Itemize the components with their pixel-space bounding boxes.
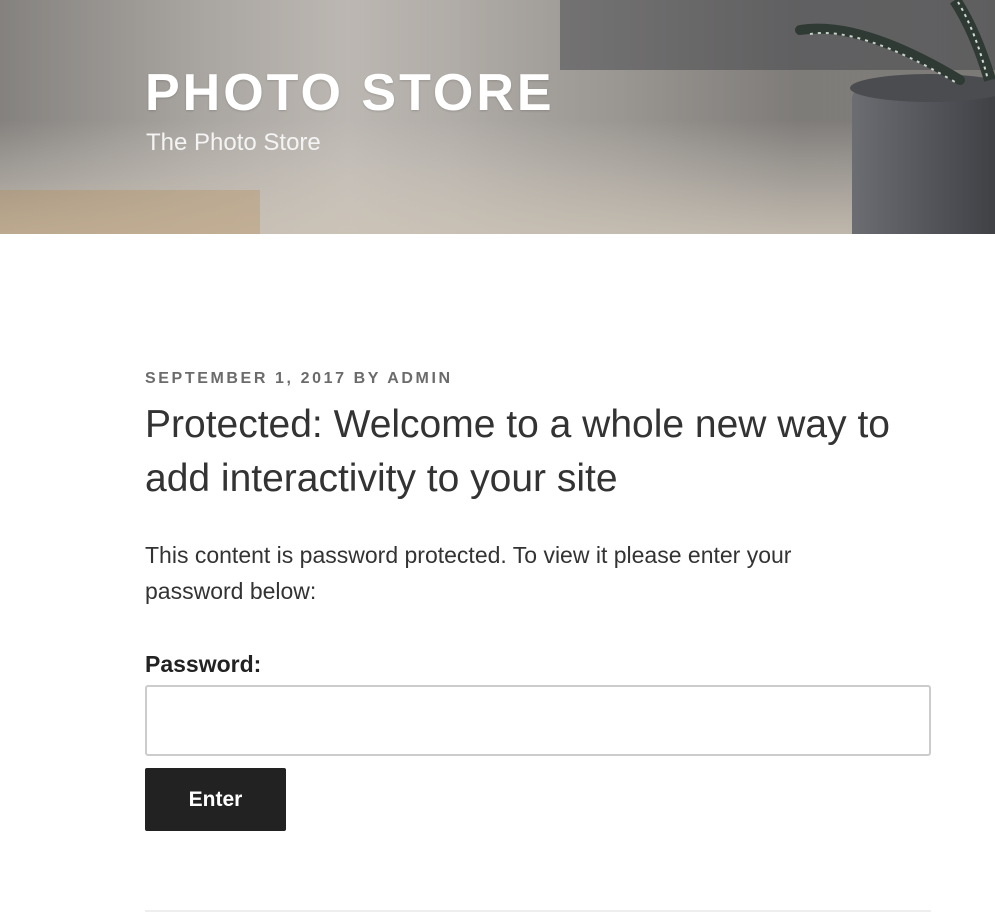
post-article: SEPTEMBER 1, 2017 BY ADMIN Protected: We… — [145, 368, 931, 831]
site-branding: PHOTO STORE The Photo Store — [145, 62, 555, 158]
password-form: Password: Enter — [145, 649, 931, 831]
post-title: Protected: Welcome to a whole new way to… — [145, 403, 890, 500]
site-header: PHOTO STORE The Photo Store — [0, 0, 995, 234]
content-divider — [145, 910, 931, 912]
password-protected-notice: This content is password protected. To v… — [145, 542, 792, 604]
site-title[interactable]: PHOTO STORE — [145, 62, 555, 124]
password-label: Password: — [145, 651, 262, 677]
enter-button[interactable]: Enter — [145, 768, 286, 831]
password-input[interactable] — [145, 685, 931, 756]
site-description: The Photo Store — [146, 129, 321, 156]
post-meta: SEPTEMBER 1, 2017 BY ADMIN — [145, 370, 453, 387]
